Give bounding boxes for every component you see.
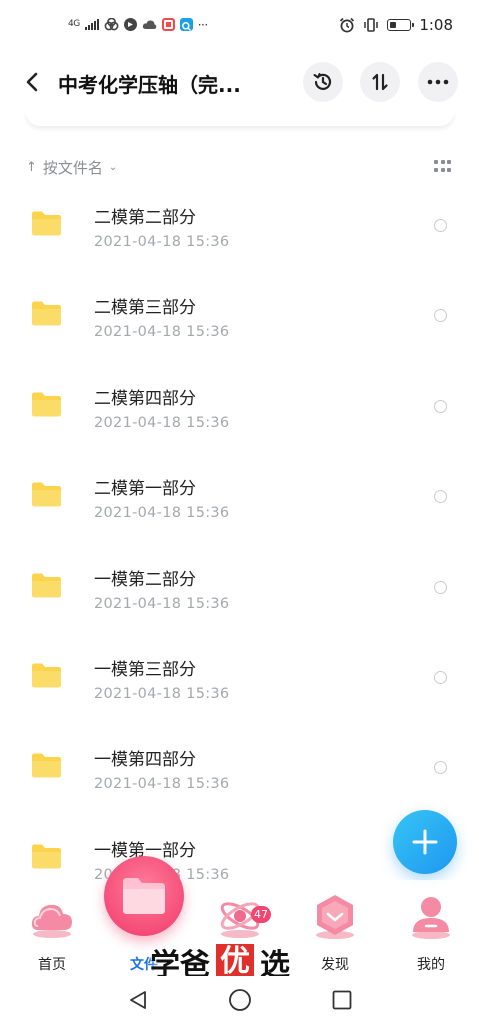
transfer-icon	[372, 73, 388, 91]
file-date: 2021-04-18 15:36	[94, 414, 230, 431]
add-button[interactable]	[393, 810, 457, 874]
cloud-icon	[142, 20, 156, 29]
file-row[interactable]: 二模第二部分 2021-04-18 15:36	[0, 180, 479, 270]
tab-files-active-icon[interactable]	[104, 856, 184, 936]
file-name: 一模第四部分	[94, 750, 196, 771]
file-row[interactable]: 二模第三部分 2021-04-18 15:36	[0, 270, 479, 360]
select-radio[interactable]	[434, 580, 447, 594]
alarm-icon	[340, 17, 355, 33]
chevron-left-icon	[26, 72, 38, 92]
square-recents-icon	[332, 990, 352, 1010]
vibrate-icon	[364, 18, 379, 32]
file-name: 一模第三部分	[94, 659, 196, 680]
page-title: 中考化学压轴（完...	[58, 73, 241, 97]
signal-icon	[84, 19, 99, 30]
circle-home-icon	[229, 989, 251, 1011]
file-date: 2021-04-18 15:36	[94, 776, 230, 793]
system-nav-bar	[0, 976, 479, 1024]
link-icon	[104, 18, 119, 31]
nav-home-button[interactable]	[226, 986, 254, 1014]
file-row[interactable]: 一模第二部分 2021-04-18 15:36	[0, 542, 479, 632]
sort-selector[interactable]: ↑ 按文件名 ⌄	[26, 155, 117, 179]
file-name: 一模第二部分	[94, 569, 196, 590]
file-name: 二模第一部分	[94, 479, 196, 500]
status-bar: 4G ··· 1:08	[0, 0, 479, 50]
status-right: 1:08	[339, 16, 453, 34]
sort-label: 按文件名	[42, 158, 103, 177]
file-row[interactable]: 二模第一部分 2021-04-18 15:36	[0, 451, 479, 541]
transfer-button[interactable]	[360, 62, 400, 102]
person-icon	[407, 892, 455, 940]
file-date: 2021-04-18 15:36	[94, 234, 230, 250]
chevron-down-icon: ⌄	[108, 161, 118, 173]
select-radio[interactable]	[434, 219, 447, 232]
tab-me[interactable]: 我的	[383, 880, 479, 976]
vpn-icon	[123, 18, 137, 31]
file-list: 二模第二部分 2021-04-18 15:36 二模第三部分 2021-04-1…	[0, 180, 479, 880]
file-date: 2021-04-18 15:36	[94, 595, 230, 612]
nav-back-button[interactable]	[124, 986, 152, 1014]
file-date: 2021-04-18 15:36	[94, 685, 230, 702]
select-radio[interactable]	[434, 670, 447, 684]
search-box-edge[interactable]	[26, 112, 454, 126]
file-name: 二模第四部分	[94, 388, 196, 409]
file-row[interactable]: 一模第三部分 2021-04-18 15:36	[0, 632, 479, 722]
status-left: 4G ···	[68, 17, 208, 32]
header: 中考化学压轴（完...	[0, 56, 479, 108]
back-button[interactable]	[14, 62, 50, 102]
sort-arrow-icon: ↑	[26, 159, 37, 175]
file-date: 2021-04-18 15:36	[94, 324, 230, 341]
tab-label: 发现	[321, 957, 349, 973]
nav-recents-button[interactable]	[328, 986, 356, 1014]
folder-icon	[32, 753, 61, 778]
folder-icon	[32, 663, 61, 688]
triangle-back-icon	[130, 991, 146, 1009]
folder-icon	[32, 301, 61, 326]
select-radio[interactable]	[434, 309, 447, 323]
tab-home[interactable]: 首页	[4, 880, 100, 976]
folder-icon	[32, 573, 61, 598]
share-badge: 47	[251, 906, 271, 923]
file-row[interactable]: 二模第四部分 2021-04-18 15:36	[0, 361, 479, 451]
red-app-icon	[161, 18, 175, 31]
search-app-icon	[179, 18, 193, 32]
status-overflow: ···	[197, 17, 208, 32]
folder-icon	[32, 482, 61, 507]
tab-label: 我的	[417, 957, 445, 973]
folder-icon	[32, 844, 61, 869]
more-dots-icon	[427, 79, 449, 85]
history-button[interactable]	[303, 62, 343, 102]
status-time: 1:08	[419, 16, 453, 34]
file-name: 二模第三部分	[94, 298, 196, 319]
battery-fill	[390, 22, 397, 28]
network-label: 4G	[68, 19, 80, 29]
plus-icon	[412, 829, 438, 855]
folder-icon	[32, 211, 61, 236]
tab-label: 首页	[38, 957, 66, 973]
history-icon	[313, 73, 332, 90]
cloud-icon	[28, 892, 76, 940]
folder-icon	[123, 878, 165, 914]
select-radio[interactable]	[434, 490, 447, 504]
file-date: 2021-04-18 15:36	[94, 505, 230, 522]
grid-view-icon[interactable]	[434, 160, 451, 174]
battery-icon	[387, 19, 415, 31]
hexagon-icon	[311, 892, 359, 940]
file-row[interactable]: 一模第四部分 2021-04-18 15:36	[0, 722, 479, 812]
watermark-boxed-text: 优	[216, 944, 254, 980]
select-radio[interactable]	[434, 399, 447, 413]
select-radio[interactable]	[434, 761, 447, 775]
tab-discover[interactable]: 发现	[287, 880, 383, 976]
folder-icon	[32, 392, 61, 417]
more-button[interactable]	[418, 62, 458, 102]
file-name: 二模第二部分	[94, 208, 196, 228]
